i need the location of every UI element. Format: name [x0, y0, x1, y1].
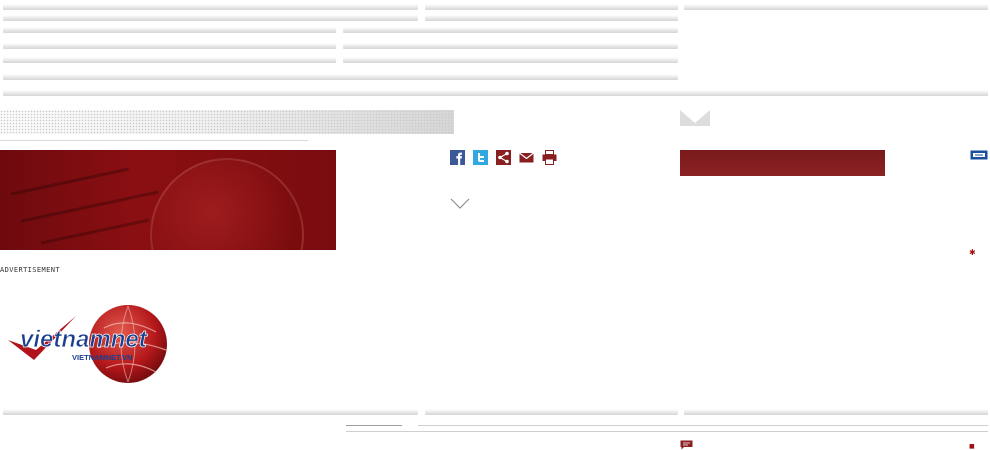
- section-divider: [3, 90, 988, 96]
- footer-rule: [418, 425, 988, 426]
- asterisk-icon: ✱: [969, 248, 976, 257]
- logo-url: VIETNAMNET.VN: [72, 353, 132, 362]
- vietnamnet-logo[interactable]: vietnamnet VIETNAMNET.VN: [6, 302, 170, 388]
- nav-bar: [425, 15, 678, 21]
- footer-rule: [346, 425, 402, 426]
- top-bar: [425, 4, 678, 10]
- twitter-icon[interactable]: [473, 150, 488, 165]
- chevron-down-icon[interactable]: [450, 198, 470, 210]
- nav-bar: [3, 27, 336, 33]
- share-icon[interactable]: [496, 150, 511, 165]
- dot-icon: ■: [969, 443, 975, 450]
- nav-bar: [3, 57, 336, 63]
- header-underline: [0, 140, 308, 141]
- dotted-header-strip: [0, 110, 454, 134]
- print-icon[interactable]: [542, 150, 557, 165]
- comment-icon[interactable]: [680, 440, 693, 450]
- nav-bar: [343, 43, 678, 49]
- top-bar: [3, 4, 418, 10]
- nav-bar: [343, 27, 678, 33]
- nav-bar: [3, 15, 418, 21]
- expand-icon[interactable]: [970, 150, 988, 160]
- advertisement-label: ADVERTISEMENT: [0, 266, 60, 274]
- nav-bar: [3, 74, 678, 80]
- nav-bar: [3, 43, 336, 49]
- featured-banner[interactable]: [0, 150, 336, 250]
- footer-bar: [684, 409, 988, 415]
- facebook-icon[interactable]: [450, 150, 465, 165]
- nav-bar: [343, 57, 678, 63]
- globe-graphic: [150, 158, 304, 250]
- top-bar: [684, 4, 988, 10]
- email-icon[interactable]: [519, 150, 534, 165]
- envelope-corner-icon: [680, 110, 710, 126]
- promo-panel[interactable]: [680, 150, 885, 176]
- footer-bar: [425, 409, 678, 415]
- footer-bar: [3, 409, 418, 415]
- footer-rule: [346, 431, 988, 432]
- logo-wordmark: vietnamnet: [20, 326, 148, 353]
